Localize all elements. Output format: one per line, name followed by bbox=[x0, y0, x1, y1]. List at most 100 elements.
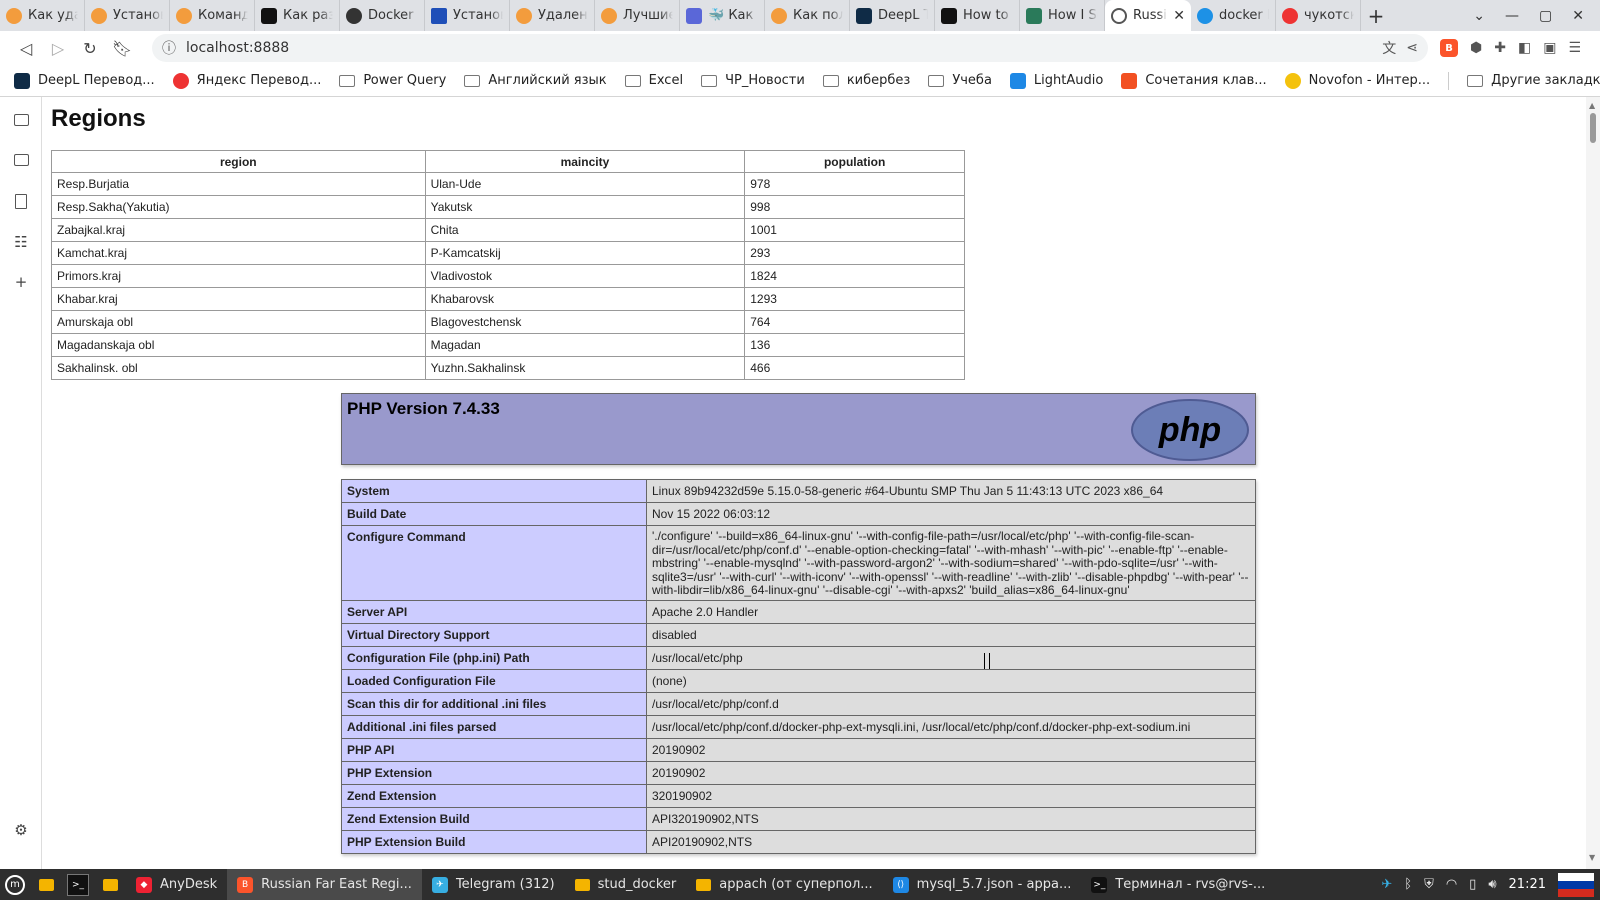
add-panel-icon[interactable]: + bbox=[12, 273, 30, 291]
terminal-launcher-icon[interactable]: >_ bbox=[67, 873, 89, 896]
bookmark-button[interactable]: 🔖︎ bbox=[106, 34, 138, 62]
back-button[interactable]: ◁ bbox=[10, 34, 42, 62]
bookmark-item[interactable]: Яндекс Перевод... bbox=[172, 72, 321, 89]
settings-gear-icon[interactable]: ⚙ bbox=[12, 821, 30, 839]
tab-label: 🐳 Как у bbox=[708, 8, 758, 23]
folder-launcher-icon[interactable] bbox=[99, 874, 121, 896]
it-favicon-icon bbox=[771, 7, 787, 24]
taskbar-window-item[interactable]: B Russian Far East Regi... bbox=[227, 869, 422, 900]
start-menu-icon[interactable]: m bbox=[5, 874, 25, 895]
browser-tab[interactable]: Как пол bbox=[765, 0, 850, 31]
scroll-up-icon[interactable]: ▲ bbox=[1589, 101, 1595, 110]
volume-icon[interactable]: 🔊︎ bbox=[1488, 877, 1496, 892]
tabs-container: Как удал Установ Команд Как разв Docker Устан… bbox=[0, 0, 1361, 31]
wallet-icon[interactable]: ▣ bbox=[1543, 40, 1556, 56]
shield-icon[interactable]: ⛨ bbox=[1424, 877, 1434, 892]
scroll-thumb[interactable] bbox=[1590, 113, 1596, 143]
taskbar-window-item[interactable]: appach (от суперпол... bbox=[686, 869, 882, 900]
browser-tab[interactable]: docker b bbox=[1191, 0, 1276, 31]
menu-icon[interactable]: ☰ bbox=[1568, 40, 1581, 56]
php-logo[interactable]: php bbox=[1131, 399, 1249, 461]
browser-tab[interactable]: Команд bbox=[170, 0, 255, 31]
browser-tab[interactable]: DeepL Tr bbox=[850, 0, 935, 31]
browser-tab[interactable]: Как удал bbox=[0, 0, 85, 31]
bookmark-item[interactable]: Novofon - Интер... bbox=[1284, 72, 1431, 89]
table-cell: 998 bbox=[744, 195, 965, 219]
page-scrollbar[interactable]: ▲ ▼ bbox=[1586, 97, 1600, 869]
page-title: Regions bbox=[51, 105, 146, 132]
bookmarks-side-icon[interactable] bbox=[12, 192, 30, 210]
bookmark-item[interactable]: Английский язык bbox=[464, 73, 607, 88]
minimize-icon[interactable]: — bbox=[1505, 8, 1519, 24]
browser-tab[interactable]: Установ bbox=[85, 0, 170, 31]
bookmark-item[interactable]: ЧР_Новости bbox=[701, 73, 805, 88]
bookmark-item[interactable]: LightAudio bbox=[1009, 72, 1103, 89]
url-text[interactable]: localhost:8888 bbox=[186, 40, 1372, 56]
browser-tab[interactable]: Как разв bbox=[255, 0, 340, 31]
taskbar-window-item[interactable]: ✈ Telegram (312) bbox=[422, 869, 565, 900]
bookmark-label: Novofon - Интер... bbox=[1308, 73, 1431, 88]
column-header-population: population bbox=[744, 150, 965, 173]
other-bookmarks[interactable]: Другие закладки bbox=[1448, 71, 1600, 90]
wifi-icon[interactable]: ◠ bbox=[1446, 877, 1457, 892]
translate-icon[interactable]: 文 bbox=[1382, 38, 1396, 58]
close-window-icon[interactable]: ✕ bbox=[1572, 8, 1584, 24]
bookmark-label: Учеба bbox=[952, 73, 992, 88]
reload-button[interactable]: ↻ bbox=[74, 34, 106, 62]
docker-favicon-icon bbox=[1197, 7, 1213, 24]
site-info-icon[interactable]: ⓘ bbox=[162, 38, 176, 58]
bluetooth-icon[interactable]: ᛒ bbox=[1404, 877, 1412, 892]
vpn-icon[interactable]: ⬢ bbox=[1470, 40, 1482, 56]
folder-icon bbox=[928, 74, 945, 87]
scroll-down-icon[interactable]: ▼ bbox=[1589, 853, 1595, 862]
table-cell: Kamchat.kraj bbox=[51, 241, 426, 265]
browser-tab[interactable]: Docker bbox=[340, 0, 425, 31]
files-launcher-icon[interactable] bbox=[35, 874, 57, 896]
column-header-region: region bbox=[51, 150, 426, 173]
table-cell: 1824 bbox=[744, 264, 965, 288]
battery-icon[interactable]: ▯ bbox=[1469, 877, 1476, 892]
table-cell: 1001 bbox=[744, 218, 965, 242]
php-info-value: /usr/local/etc/php bbox=[646, 645, 1256, 670]
bookmark-item[interactable]: DeepL Перевод... bbox=[14, 72, 155, 89]
sidebar-toggle-icon[interactable]: ◧ bbox=[1518, 40, 1531, 56]
browser-tab[interactable]: Удален bbox=[510, 0, 595, 31]
media-icon[interactable] bbox=[12, 111, 30, 129]
tab-search-chevron-icon[interactable]: ⌄ bbox=[1473, 8, 1485, 24]
ms-icon bbox=[1121, 72, 1138, 89]
browser-tab[interactable]: чукотск bbox=[1276, 0, 1361, 31]
share-icon[interactable]: ⋖ bbox=[1406, 40, 1418, 56]
address-bar[interactable]: ⓘ localhost:8888 文 ⋖ bbox=[152, 34, 1428, 62]
close-tab-icon[interactable]: ✕ bbox=[1173, 8, 1185, 24]
php-info-row: Zend Extension 320190902 bbox=[341, 783, 1256, 808]
bookmark-item[interactable]: Power Query bbox=[339, 73, 446, 88]
bookmark-item[interactable]: кибербез bbox=[822, 73, 910, 88]
wallet-side-icon[interactable] bbox=[12, 151, 30, 169]
browser-tab[interactable]: Установ bbox=[425, 0, 510, 31]
it-favicon-icon bbox=[516, 7, 532, 24]
clock[interactable]: 21:21 bbox=[1509, 877, 1546, 892]
tab-label: Установ bbox=[113, 8, 163, 23]
new-tab-button[interactable]: + bbox=[1361, 0, 1391, 31]
reading-list-icon[interactable]: ☷ bbox=[12, 233, 30, 251]
extensions-icon[interactable]: ✚ bbox=[1494, 40, 1506, 56]
browser-tab[interactable]: Лучшие bbox=[595, 0, 680, 31]
browser-tab[interactable]: How I Se bbox=[1020, 0, 1105, 31]
keyboard-layout-flag-icon[interactable] bbox=[1558, 872, 1594, 897]
telegram-tray-icon[interactable]: ✈ bbox=[1381, 877, 1392, 892]
taskbar-window-item[interactable]: >_ Терминал - rvs@rvs-... bbox=[1081, 869, 1275, 900]
taskbar-window-item[interactable]: stud_docker bbox=[565, 869, 687, 900]
browser-tab[interactable]: How to c bbox=[935, 0, 1020, 31]
bookmark-item[interactable]: Excel bbox=[624, 73, 683, 88]
bookmark-item[interactable]: Учеба bbox=[928, 73, 992, 88]
taskbar-window-item[interactable]: ◆ AnyDesk bbox=[126, 869, 227, 900]
forward-button[interactable]: ▷ bbox=[42, 34, 74, 62]
bookmark-item[interactable]: Сочетания клав... bbox=[1121, 72, 1267, 89]
regions-table: region maincity population Resp.Burjatia Ul… bbox=[51, 150, 965, 380]
browser-tab[interactable]: Russi ✕ bbox=[1105, 0, 1191, 31]
brave-shields-icon[interactable]: B bbox=[1440, 39, 1458, 57]
maximize-icon[interactable]: ▢ bbox=[1539, 8, 1552, 24]
browser-tab[interactable]: 🐳 Как у bbox=[680, 0, 765, 31]
table-cell: Vladivostok bbox=[424, 264, 746, 288]
taskbar-window-item[interactable]: ⟨⟩ mysql_5.7.json - appa... bbox=[883, 869, 1082, 900]
